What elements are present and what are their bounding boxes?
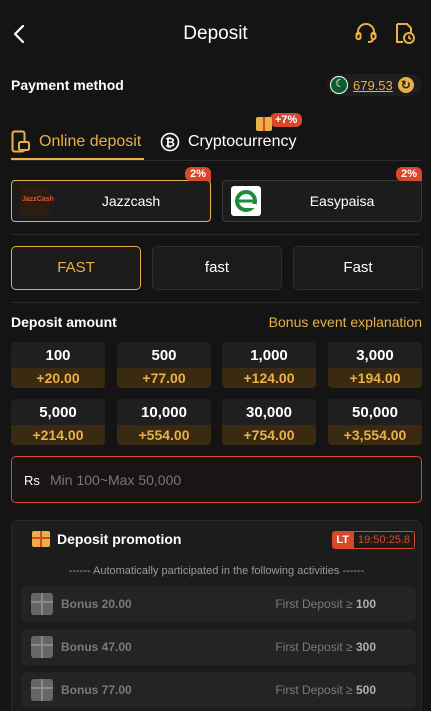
- promotion-condition: First Deposit ≥ 500: [275, 683, 376, 697]
- amount-placeholder: Min 100~Max 50,000: [50, 472, 182, 488]
- promotion-timer: LT 19:50:25.8: [332, 531, 415, 549]
- divider: [11, 160, 420, 161]
- promotion-bonus: Bonus 47.00: [61, 640, 132, 654]
- amount-bonus: +194.00: [328, 368, 422, 388]
- speed-option[interactable]: Fast: [293, 246, 423, 290]
- channel-jazzcash[interactable]: JazzCash Jazzcash 2%: [11, 167, 211, 222]
- gift-icon: [31, 636, 53, 658]
- amount-bonus: +3,554.00: [328, 425, 422, 445]
- amount-option[interactable]: 500 +77.00: [117, 342, 211, 388]
- bitcoin-icon: ₿: [160, 132, 180, 152]
- payment-method-label: Payment method: [11, 77, 124, 93]
- amount-option[interactable]: 5,000 +214.00: [11, 399, 105, 445]
- history-icon[interactable]: [392, 21, 416, 45]
- balance-value: 679.53: [353, 77, 393, 93]
- bonus-explanation-link[interactable]: Bonus event explanation: [269, 314, 422, 330]
- amount-value: 3,000: [356, 347, 394, 364]
- crypto-bonus-percent: +7%: [270, 113, 303, 127]
- gift-icon: [31, 679, 53, 701]
- deposit-amount-label: Deposit amount: [11, 314, 117, 330]
- crypto-bonus-badge: +7%: [256, 109, 303, 131]
- amount-value: 50,000: [352, 404, 398, 421]
- amount-value: 100: [45, 347, 71, 364]
- amount-option[interactable]: 3,000 +194.00: [328, 342, 422, 388]
- header: Deposit: [0, 0, 431, 68]
- amount-bonus: +124.00: [222, 368, 316, 388]
- divider: [11, 234, 420, 235]
- amount-bonus: +214.00: [11, 425, 105, 445]
- easypaisa-logo-icon: [231, 186, 261, 216]
- fee-badge: 2%: [396, 167, 422, 181]
- fee-badge: 2%: [185, 167, 211, 181]
- amount-bonus: +754.00: [222, 425, 316, 445]
- svg-text:₿: ₿: [165, 136, 175, 150]
- amount-input[interactable]: Rs Min 100~Max 50,000: [11, 456, 422, 503]
- promotion-title: Deposit promotion: [57, 531, 182, 547]
- amount-value: 500: [151, 347, 177, 364]
- promotion-bonus: Bonus 20.00: [61, 597, 132, 611]
- amount-value: 10,000: [141, 404, 187, 421]
- promotion-bonus: Bonus 77.00: [61, 683, 132, 697]
- gift-icon: [256, 117, 272, 131]
- deposit-promotion-panel: Deposit promotion LT 19:50:25.8 ------ A…: [11, 520, 422, 711]
- amount-option[interactable]: 10,000 +554.00: [117, 399, 211, 445]
- headset-icon[interactable]: [354, 21, 378, 45]
- promotion-condition: First Deposit ≥ 100: [275, 597, 376, 611]
- channel-name: Jazzcash: [101, 193, 161, 209]
- phone-card-icon: [11, 130, 30, 153]
- amount-bonus: +77.00: [117, 368, 211, 388]
- auto-participate-note: ------ Automatically participated in the…: [68, 565, 365, 577]
- lt-badge: LT: [332, 531, 353, 549]
- amount-option[interactable]: 30,000 +754.00: [222, 399, 316, 445]
- amount-option[interactable]: 1,000 +124.00: [222, 342, 316, 388]
- pakistan-flag-icon: [330, 76, 348, 94]
- gift-icon: [31, 593, 53, 615]
- countdown: 19:50:25.8: [353, 531, 415, 549]
- tab-online-deposit[interactable]: Online deposit: [11, 124, 141, 160]
- tab-label: Cryptocurrency: [188, 133, 297, 150]
- amount-value: 1,000: [250, 347, 288, 364]
- refresh-icon[interactable]: ↻: [397, 77, 414, 93]
- speed-option[interactable]: fast: [152, 246, 282, 290]
- tab-label: Online deposit: [39, 133, 142, 150]
- amount-value: 30,000: [246, 404, 292, 421]
- balance-widget[interactable]: 679.53 ↻: [327, 74, 421, 96]
- gift-icon: [32, 531, 50, 547]
- divider: [11, 302, 420, 303]
- speed-option[interactable]: FAST: [11, 246, 141, 290]
- channel-name: Easypaisa: [309, 193, 375, 209]
- currency-symbol: Rs: [24, 473, 40, 488]
- promotion-row: Bonus 77.00 First Deposit ≥ 500: [21, 672, 416, 708]
- channel-easypaisa[interactable]: Easypaisa 2%: [222, 167, 422, 222]
- amount-option[interactable]: 100 +20.00: [11, 342, 105, 388]
- amount-option[interactable]: 50,000 +3,554.00: [328, 399, 422, 445]
- promotion-condition: First Deposit ≥ 300: [275, 640, 376, 654]
- amount-value: 5,000: [39, 404, 77, 421]
- promotion-row: Bonus 20.00 First Deposit ≥ 100: [21, 586, 416, 622]
- jazzcash-logo-icon: JazzCash: [20, 186, 54, 216]
- promotion-row: Bonus 47.00 First Deposit ≥ 300: [21, 629, 416, 665]
- amount-bonus: +20.00: [11, 368, 105, 388]
- amount-bonus: +554.00: [117, 425, 211, 445]
